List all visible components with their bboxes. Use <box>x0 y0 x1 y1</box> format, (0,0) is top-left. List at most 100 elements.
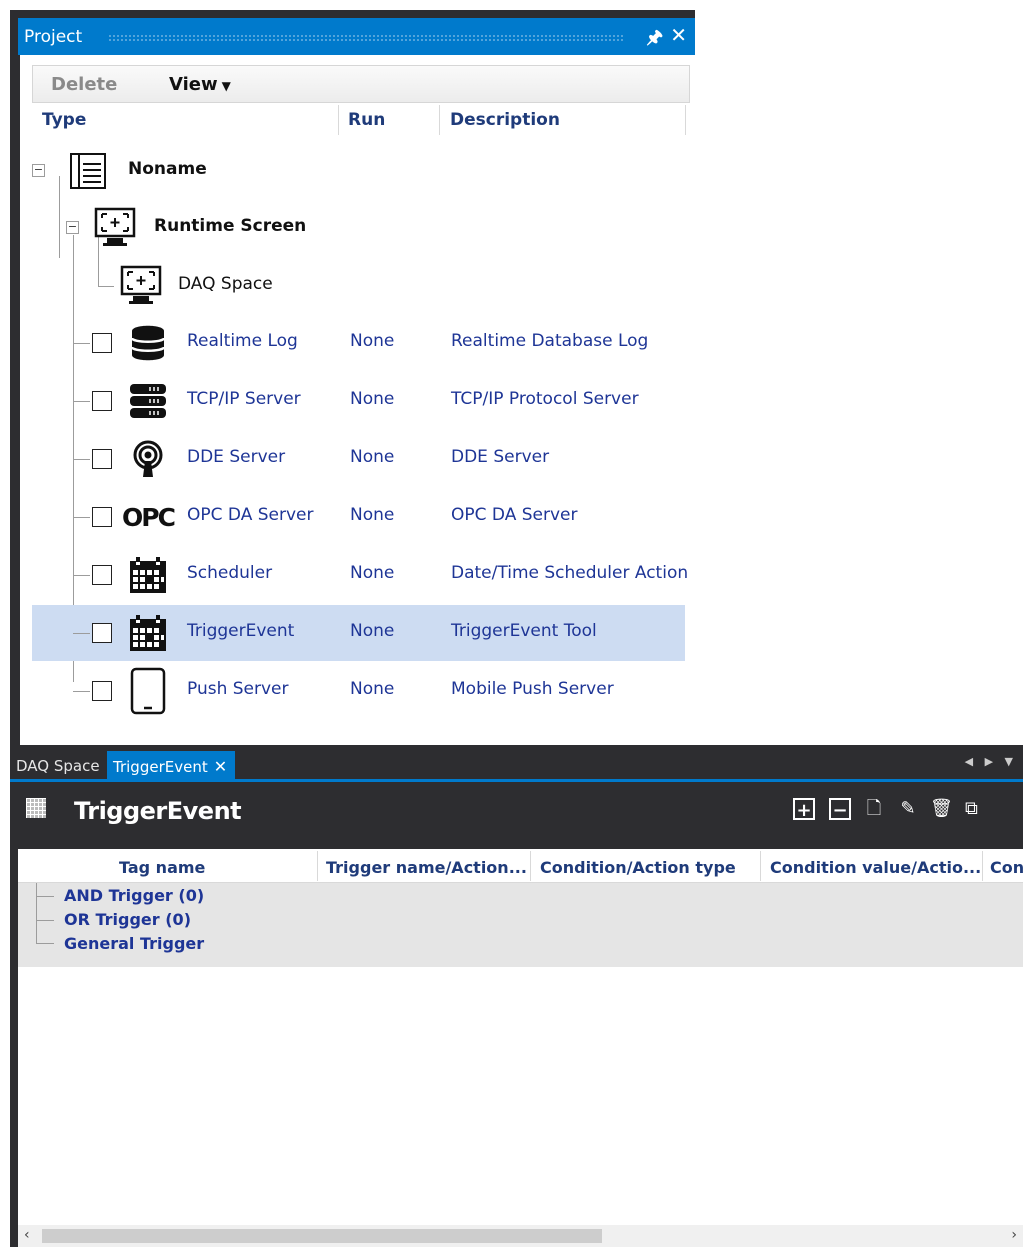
edit-icon[interactable]: ✎ <box>897 798 919 820</box>
grid-icon <box>26 798 46 818</box>
column-header-con[interactable]: Con <box>990 858 1023 877</box>
tree-node-push-server[interactable]: Push Server None Mobile Push Server <box>32 663 685 719</box>
view-label: View <box>169 74 218 95</box>
tree-line <box>73 575 90 576</box>
enable-checkbox[interactable] <box>92 623 112 643</box>
collapse-all-icon[interactable]: − <box>829 798 851 821</box>
pin-icon[interactable]: 🖈 <box>646 25 663 55</box>
item-run: None <box>350 563 395 583</box>
item-description: DDE Server <box>451 447 550 467</box>
column-divider[interactable] <box>338 105 339 135</box>
item-description: Date/Time Scheduler Action <box>451 563 689 583</box>
tree-line <box>73 343 90 344</box>
tree-node-noname[interactable]: − Noname <box>32 143 685 199</box>
project-toolbar: Delete View ▼ <box>32 65 690 103</box>
tree-node-label: DAQ Space <box>178 274 273 294</box>
triggerevent-header: TriggerEvent + − 🗋 ✎ 🗑 ⧉ <box>10 782 1023 837</box>
scroll-right-icon[interactable]: › <box>1011 1227 1017 1243</box>
horizontal-scrollbar[interactable]: ‹ › <box>18 1225 1023 1247</box>
drag-grip[interactable] <box>108 34 625 41</box>
grid-row-general-trigger[interactable]: General Trigger <box>64 934 204 953</box>
close-tab-icon[interactable]: ✕ <box>214 757 227 776</box>
column-header-trigger-name[interactable]: Trigger name/Action... <box>326 858 527 877</box>
opc-logo-icon: OPC <box>122 503 180 543</box>
tree-node-triggerevent[interactable]: TriggerEvent None TriggerEvent Tool <box>32 605 685 661</box>
grid-header: Tag name Trigger name/Action... Conditio… <box>18 849 1023 883</box>
close-icon[interactable]: ✕ <box>670 23 687 47</box>
item-name: TCP/IP Server <box>187 389 301 409</box>
clear-icon[interactable]: ⧉ <box>965 798 1015 820</box>
grid-row-or-trigger[interactable]: OR Trigger (0) <box>64 910 191 929</box>
tree-node-realtime-log[interactable]: Realtime Log None Realtime Database Log <box>32 315 685 371</box>
item-name: OPC DA Server <box>187 505 314 525</box>
panel-title: Project <box>24 27 83 47</box>
tree-node-scheduler[interactable]: Scheduler None Date/Time Scheduler Actio… <box>32 547 689 603</box>
tab-triggerevent[interactable]: TriggerEvent ✕ <box>107 751 236 781</box>
tab-scroll-icons[interactable]: ◀ ▶ ▼ <box>965 755 1017 768</box>
tab-daq-space[interactable]: DAQ Space <box>16 757 100 775</box>
tree-node-tcpip-server[interactable]: TCP/IP Server None TCP/IP Protocol Serve… <box>32 373 685 429</box>
column-header-condition-value[interactable]: Condition value/Actio... <box>770 858 981 877</box>
delete-button[interactable]: Delete <box>51 74 117 95</box>
monitor-icon <box>92 206 138 252</box>
monitor-icon <box>118 264 164 310</box>
broadcast-icon <box>128 439 168 479</box>
enable-checkbox[interactable] <box>92 681 112 701</box>
scrollbar-thumb[interactable] <box>42 1229 602 1243</box>
tree-line <box>36 896 54 897</box>
enable-checkbox[interactable] <box>92 391 112 411</box>
column-header-run[interactable]: Run <box>348 110 385 140</box>
enable-checkbox[interactable] <box>92 333 112 353</box>
collapse-icon[interactable]: − <box>66 221 79 234</box>
tree-line <box>73 459 90 460</box>
expand-all-icon[interactable]: + <box>793 798 815 821</box>
column-divider[interactable] <box>439 105 440 135</box>
chevron-down-icon: ▼ <box>221 79 231 93</box>
triggerevent-title: TriggerEvent <box>74 797 242 825</box>
tree-node-runtime-screen[interactable]: − Runtime Screen <box>32 200 685 256</box>
project-panel: Project 🖈 ✕ Delete View ▼ Type Run Descri… <box>10 10 695 745</box>
tree-node-opc-da-server[interactable]: OPC OPC DA Server None OPC DA Server <box>32 489 685 545</box>
database-icon <box>128 323 168 363</box>
item-name: Push Server <box>187 679 289 699</box>
tablet-icon <box>128 667 168 715</box>
view-menu-button[interactable]: View ▼ <box>169 74 231 95</box>
item-run: None <box>350 621 395 641</box>
scroll-left-icon[interactable]: ‹ <box>24 1227 30 1243</box>
item-description: TriggerEvent Tool <box>451 621 597 641</box>
column-divider[interactable] <box>760 851 761 881</box>
item-run: None <box>350 679 395 699</box>
column-divider[interactable] <box>982 851 983 881</box>
column-divider[interactable] <box>685 105 686 135</box>
delete-icon[interactable]: 🗑 <box>930 798 953 820</box>
item-run: None <box>350 505 395 525</box>
trigger-grid: Tag name Trigger name/Action... Conditio… <box>18 849 1023 1247</box>
column-header-type[interactable]: Type <box>42 110 86 140</box>
item-name: Realtime Log <box>187 331 298 351</box>
tree-node-daq-space[interactable]: DAQ Space <box>32 258 685 314</box>
trigger-grid-container: Tag name Trigger name/Action... Conditio… <box>10 837 1023 1247</box>
enable-checkbox[interactable] <box>92 565 112 585</box>
item-description: Mobile Push Server <box>451 679 614 699</box>
enable-checkbox[interactable] <box>92 507 112 527</box>
calendar-icon <box>128 555 168 595</box>
collapse-icon[interactable]: − <box>32 164 45 177</box>
column-header-tag-name[interactable]: Tag name <box>119 858 205 877</box>
new-item-icon[interactable]: 🗋 <box>863 798 885 820</box>
item-run: None <box>350 331 395 351</box>
column-divider[interactable] <box>317 851 318 881</box>
tree-node-dde-server[interactable]: DDE Server None DDE Server <box>32 431 685 487</box>
column-divider[interactable] <box>530 851 531 881</box>
item-name: DDE Server <box>187 447 286 467</box>
item-description: Realtime Database Log <box>451 331 649 351</box>
column-header-description[interactable]: Description <box>450 110 560 140</box>
grid-row-and-trigger[interactable]: AND Trigger (0) <box>64 886 204 905</box>
item-description: TCP/IP Protocol Server <box>451 389 639 409</box>
tree-header: Type Run Description <box>22 103 686 139</box>
document-tab-strip: DAQ Space TriggerEvent ✕ ◀ ▶ ▼ <box>10 745 1023 781</box>
column-header-condition-type[interactable]: Condition/Action type <box>540 858 736 877</box>
tree-line <box>73 517 90 518</box>
project-titlebar: Project 🖈 ✕ <box>18 18 695 55</box>
tree-line <box>98 286 114 287</box>
enable-checkbox[interactable] <box>92 449 112 469</box>
